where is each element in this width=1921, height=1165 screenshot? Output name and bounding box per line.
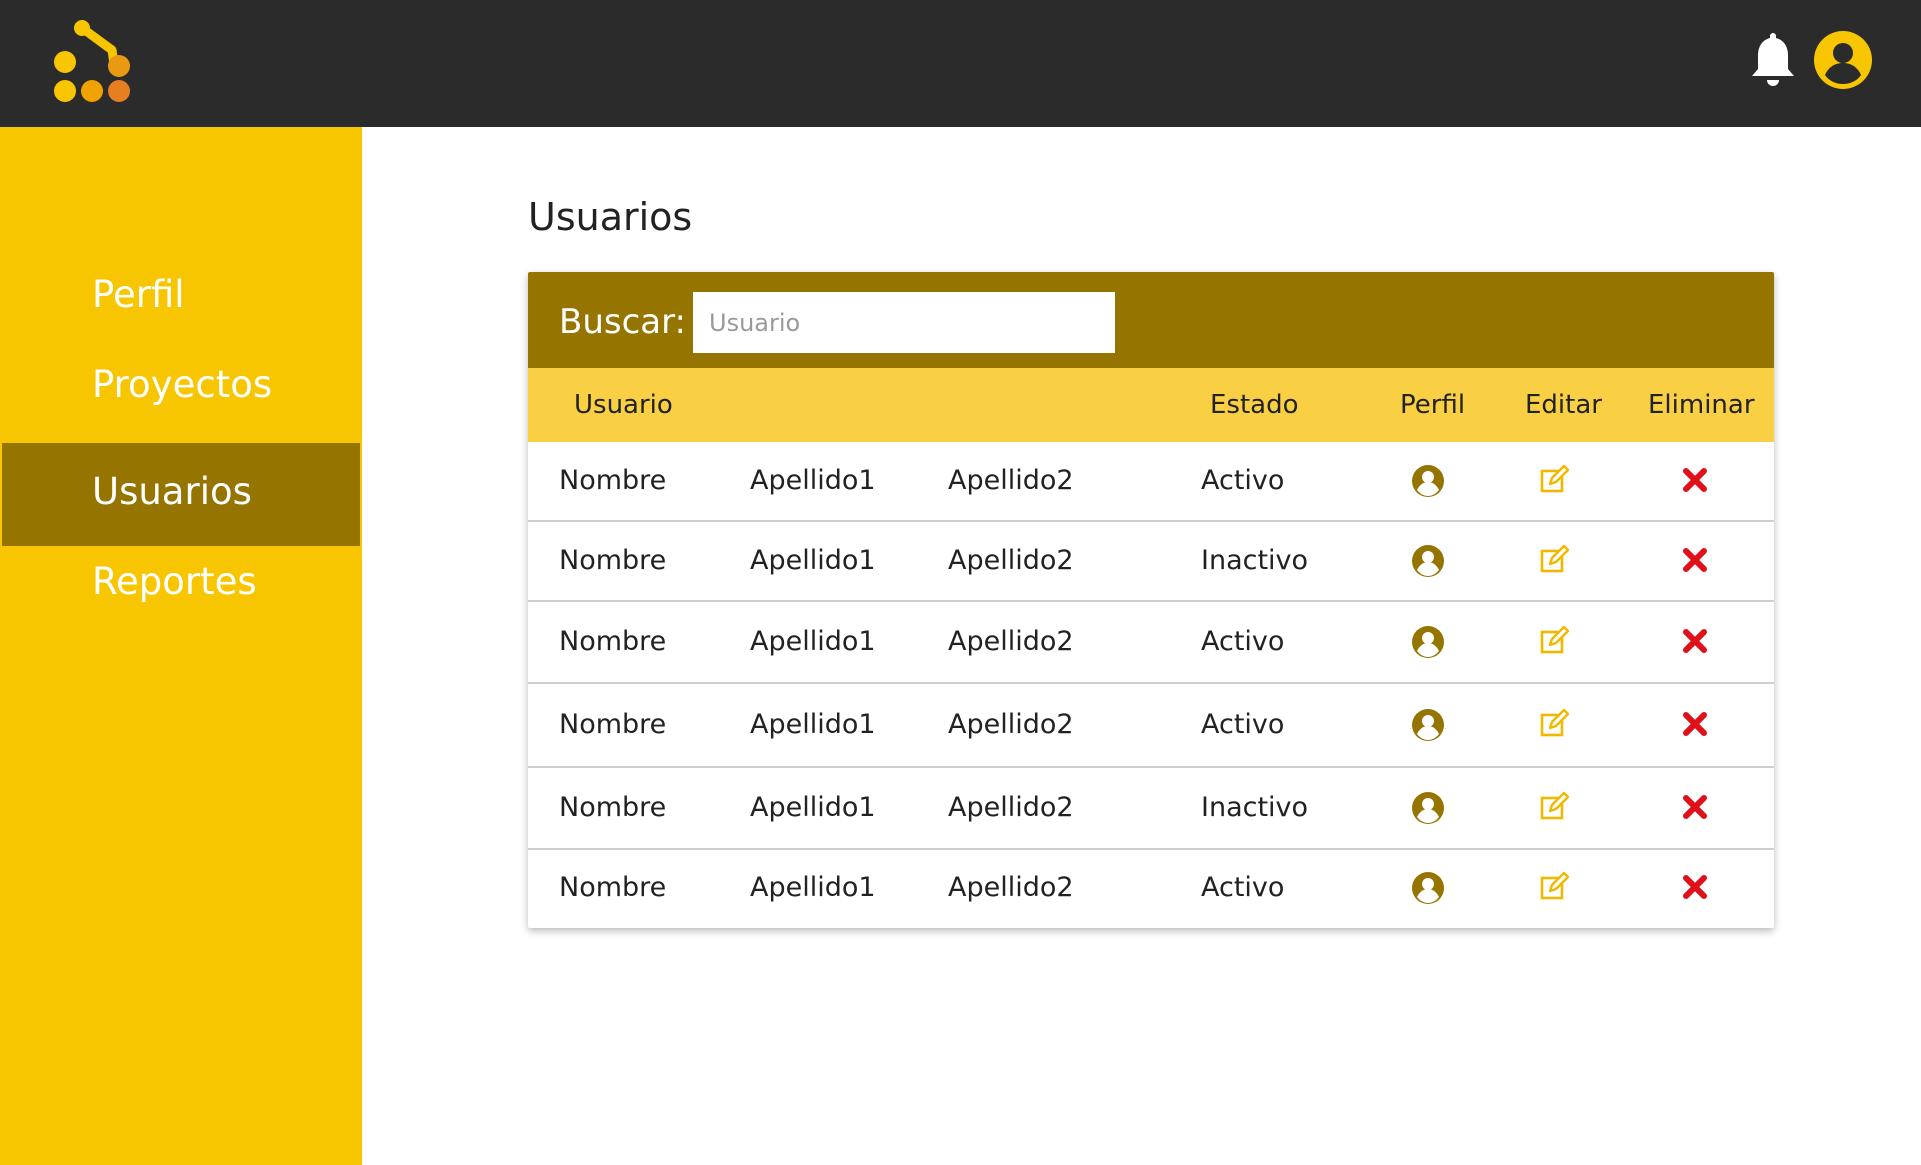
cell-nombre: Nombre	[559, 545, 667, 576]
column-header-usuario: Usuario	[574, 390, 673, 420]
table-row: Nombre Apellido1 Apellido2 Inactivo	[528, 768, 1774, 850]
cell-nombre: Nombre	[559, 465, 667, 496]
cell-apellido2: Apellido2	[948, 872, 1074, 903]
column-header-perfil: Perfil	[1400, 390, 1466, 420]
cell-estado: Activo	[1201, 872, 1285, 903]
edit-icon[interactable]	[1537, 463, 1571, 497]
table-row: Nombre Apellido1 Apellido2 Activo	[528, 602, 1774, 684]
sidebar-item-proyectos[interactable]: Proyectos	[2, 363, 360, 423]
column-header-eliminar: Eliminar	[1648, 390, 1755, 420]
cell-apellido1: Apellido1	[750, 465, 876, 496]
sidebar-item-label: Usuarios	[92, 470, 252, 513]
cell-apellido2: Apellido2	[948, 709, 1074, 740]
cell-nombre: Nombre	[559, 626, 667, 657]
sidebar-item-perfil[interactable]: Perfil	[2, 273, 360, 333]
delete-x-icon[interactable]	[1678, 790, 1712, 824]
users-table-card: Buscar: Usuario Estado Perfil Editar Eli…	[528, 272, 1774, 928]
search-input[interactable]	[693, 292, 1115, 353]
delete-x-icon[interactable]	[1678, 870, 1712, 904]
table-row: Nombre Apellido1 Apellido2 Inactivo	[528, 522, 1774, 602]
search-bar: Buscar:	[528, 272, 1774, 368]
user-circle-icon[interactable]	[1814, 31, 1872, 89]
user-circle-icon[interactable]	[1411, 464, 1445, 498]
sidebar-item-label: Reportes	[92, 560, 257, 603]
bell-icon[interactable]	[1747, 30, 1799, 88]
user-circle-icon[interactable]	[1411, 625, 1445, 659]
cell-estado: Activo	[1201, 626, 1285, 657]
page-title: Usuarios	[528, 195, 693, 239]
table-row: Nombre Apellido1 Apellido2 Activo	[528, 684, 1774, 768]
edit-icon[interactable]	[1537, 543, 1571, 577]
user-circle-icon[interactable]	[1411, 791, 1445, 825]
edit-icon[interactable]	[1537, 870, 1571, 904]
sidebar-item-usuarios[interactable]: Usuarios	[2, 443, 360, 546]
cell-apellido1: Apellido1	[750, 545, 876, 576]
cell-estado: Inactivo	[1201, 792, 1309, 823]
column-header-editar: Editar	[1525, 390, 1602, 420]
cell-apellido1: Apellido1	[750, 626, 876, 657]
cell-apellido2: Apellido2	[948, 465, 1074, 496]
sidebar-item-label: Perfil	[92, 273, 185, 316]
cell-nombre: Nombre	[559, 792, 667, 823]
cell-apellido1: Apellido1	[750, 872, 876, 903]
table-row: Nombre Apellido1 Apellido2 Activo	[528, 850, 1774, 928]
edit-icon[interactable]	[1537, 707, 1571, 741]
logo-icon	[54, 20, 130, 102]
top-bar	[0, 0, 1921, 127]
delete-x-icon[interactable]	[1678, 624, 1712, 658]
user-circle-icon[interactable]	[1411, 871, 1445, 905]
sidebar: Perfil Proyectos Usuarios Reportes	[0, 127, 362, 1165]
column-header-estado: Estado	[1210, 390, 1299, 420]
cell-apellido2: Apellido2	[948, 792, 1074, 823]
cell-apellido1: Apellido1	[750, 792, 876, 823]
edit-icon[interactable]	[1537, 624, 1571, 658]
table-header: Usuario Estado Perfil Editar Eliminar	[528, 368, 1774, 442]
cell-estado: Activo	[1201, 709, 1285, 740]
cell-estado: Inactivo	[1201, 545, 1309, 576]
delete-x-icon[interactable]	[1678, 463, 1712, 497]
cell-nombre: Nombre	[559, 709, 667, 740]
user-circle-icon[interactable]	[1411, 544, 1445, 578]
cell-apellido2: Apellido2	[948, 626, 1074, 657]
search-label: Buscar:	[559, 302, 686, 342]
user-circle-icon[interactable]	[1411, 708, 1445, 742]
cell-apellido1: Apellido1	[750, 709, 876, 740]
cell-apellido2: Apellido2	[948, 545, 1074, 576]
table-row: Nombre Apellido1 Apellido2 Activo	[528, 442, 1774, 522]
cell-estado: Activo	[1201, 465, 1285, 496]
cell-nombre: Nombre	[559, 872, 667, 903]
delete-x-icon[interactable]	[1678, 707, 1712, 741]
delete-x-icon[interactable]	[1678, 543, 1712, 577]
sidebar-item-label: Proyectos	[92, 363, 273, 406]
sidebar-item-reportes[interactable]: Reportes	[2, 560, 360, 620]
edit-icon[interactable]	[1537, 790, 1571, 824]
